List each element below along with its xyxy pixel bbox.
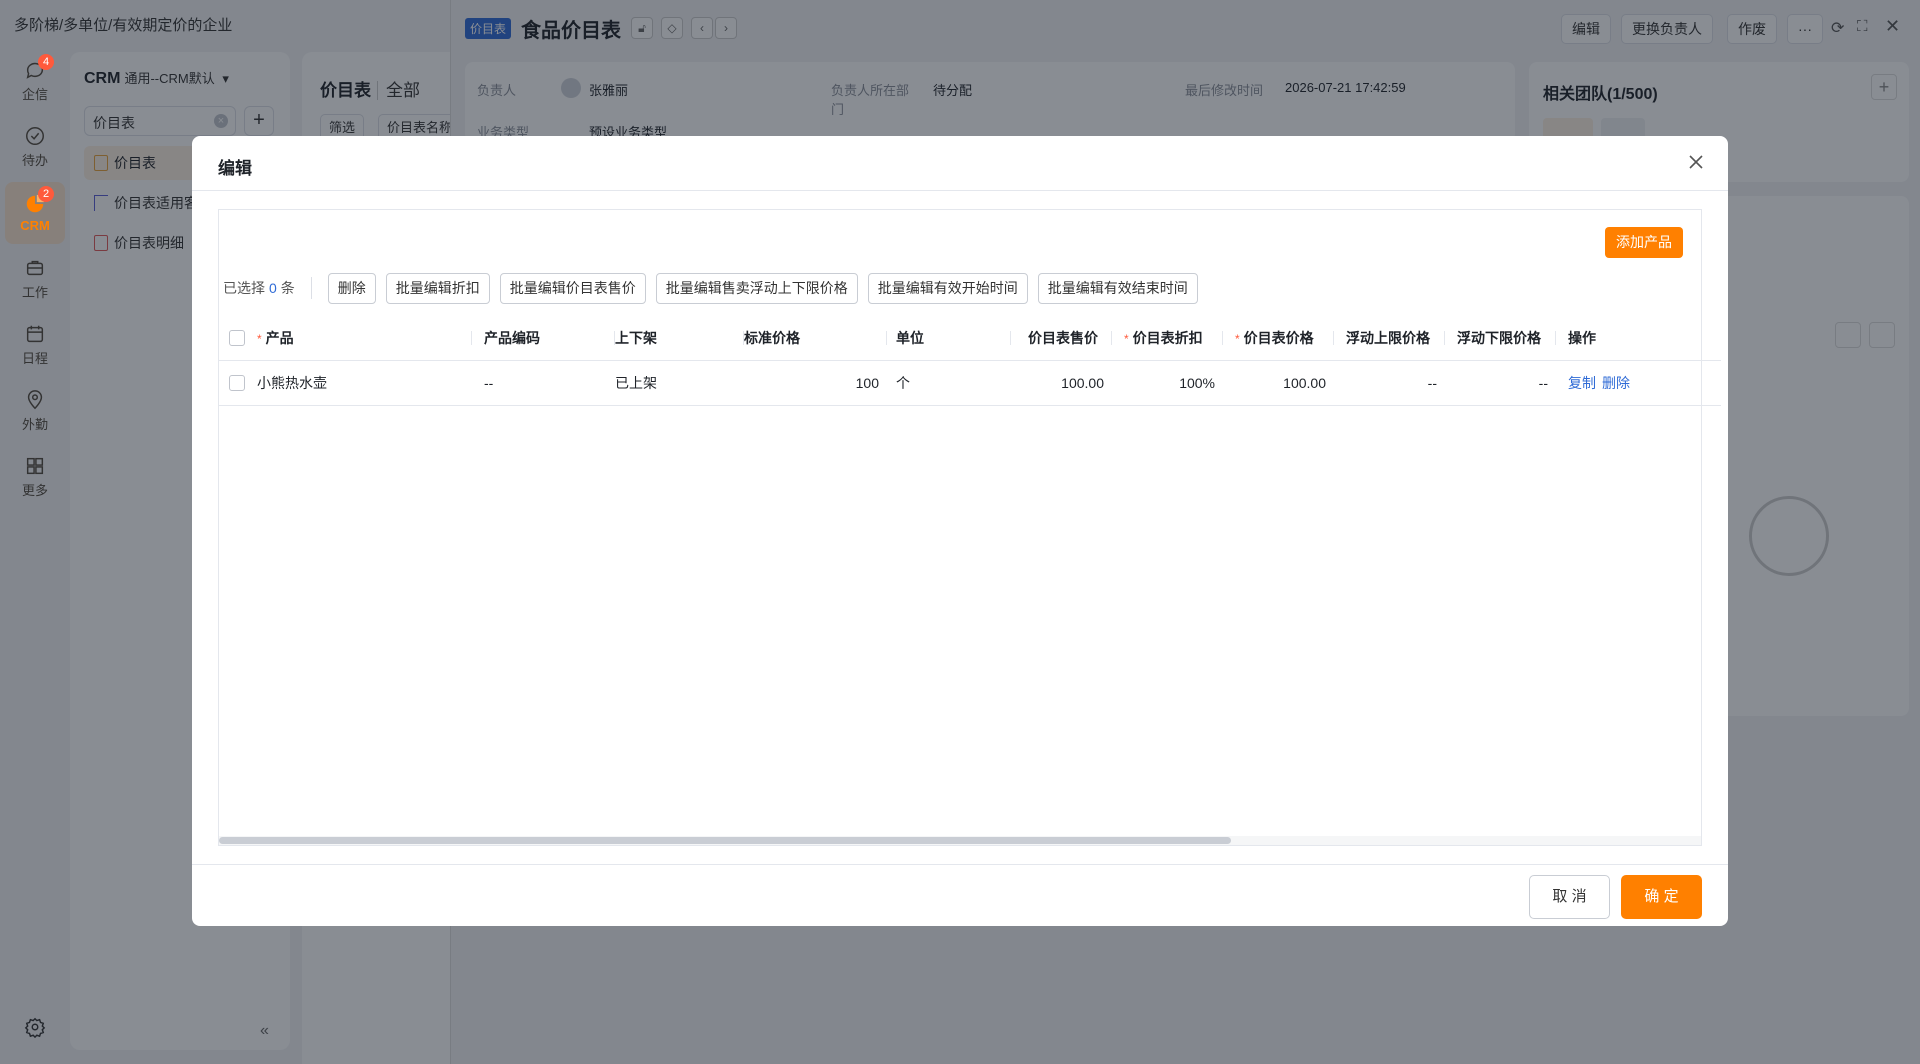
col-std-price: 标准价格	[744, 316, 887, 361]
cell-discount[interactable]: 100%	[1112, 360, 1223, 406]
divider	[310, 277, 312, 299]
col-status: 上下架	[615, 316, 744, 361]
edit-dialog: 编辑 添加产品 已选择 0 条 删除 批量编辑折扣 批量编辑价目表售价 批量编辑售卖…	[192, 136, 1728, 926]
col-list-price: * 价目表价格	[1223, 316, 1334, 361]
cancel-button[interactable]: 取 消	[1529, 875, 1610, 919]
col-sale-price: 价目表售价	[1011, 316, 1112, 361]
rail-label: 工作	[21, 285, 48, 300]
cell-list-price[interactable]: 100.00	[1223, 360, 1334, 406]
col-lower-price: 浮动下限价格	[1445, 316, 1556, 361]
select-all-checkbox[interactable]	[229, 330, 245, 347]
cell-lower-price[interactable]: --	[1445, 360, 1556, 406]
cell-std-price: 100	[744, 360, 887, 406]
row-select-cell	[219, 360, 257, 406]
col-unit: 单位	[887, 316, 1011, 361]
col-upper-price: 浮动上限价格	[1334, 316, 1445, 361]
unread-badge: 2	[38, 186, 54, 202]
add-product-button[interactable]: 添加产品	[1605, 227, 1683, 258]
batch-discount-button[interactable]: 批量编辑折扣	[385, 272, 490, 304]
cell-actions: 复制 删除	[1556, 360, 1721, 406]
batch-start-time-button[interactable]: 批量编辑有效开始时间	[867, 272, 1028, 304]
row-checkbox[interactable]	[229, 375, 245, 392]
product-table: * 产品 产品编码 上下架 标准价格 单位 价目表售价 * 价目表折扣 * 价目表价格…	[219, 316, 1721, 406]
col-product: * 产品	[257, 316, 472, 361]
horizontal-scrollbar[interactable]	[219, 836, 1701, 845]
delete-button[interactable]: 删除	[327, 272, 376, 304]
rail-label: 更多	[21, 483, 48, 498]
calendar-icon	[26, 325, 44, 343]
cell-product[interactable]: 小熊热水壶	[257, 360, 472, 406]
batch-toolbar: 已选择 0 条 删除 批量编辑折扣 批量编辑价目表售价 批量编辑售卖浮动上下限价格 …	[223, 272, 1208, 304]
product-editor: 添加产品 已选择 0 条 删除 批量编辑折扣 批量编辑价目表售价 批量编辑售卖浮动上…	[218, 209, 1721, 846]
rail-label: 企信	[21, 87, 48, 102]
cell-status: 已上架	[615, 360, 744, 406]
rail-label: 外勤	[21, 417, 48, 432]
rail-label: 待办	[21, 153, 48, 168]
batch-float-price-button[interactable]: 批量编辑售卖浮动上下限价格	[655, 272, 858, 304]
rail-label: 日程	[21, 351, 48, 366]
check-circle-icon	[26, 127, 44, 145]
unread-badge: 4	[38, 54, 54, 70]
table-header: * 产品 产品编码 上下架 标准价格 单位 价目表售价 * 价目表折扣 * 价目表价格…	[219, 316, 1721, 361]
dialog-footer: 取 消 确 定	[192, 864, 1728, 926]
dialog-title: 编辑	[218, 159, 252, 178]
col-code: 产品编码	[472, 316, 615, 361]
cell-upper-price[interactable]: --	[1334, 360, 1445, 406]
table-row: 小熊热水壶 -- 已上架 100 个 100.00 100% 100.00 --…	[219, 360, 1721, 406]
grid-icon	[26, 457, 44, 475]
col-actions: 操作	[1556, 316, 1721, 361]
selected-count: 已选择 0 条	[223, 280, 295, 296]
cell-sale-price[interactable]: 100.00	[1011, 360, 1112, 406]
cell-unit[interactable]: 个	[887, 360, 1011, 406]
dialog-header: 编辑	[192, 136, 1728, 191]
batch-sale-price-button[interactable]: 批量编辑价目表售价	[499, 272, 646, 304]
rail-label: CRM	[20, 218, 50, 233]
scrollbar-thumb[interactable]	[219, 837, 1231, 844]
close-icon[interactable]	[1686, 152, 1706, 172]
select-all-cell	[219, 316, 257, 361]
copy-link[interactable]: 复制	[1568, 375, 1596, 391]
location-pin-icon	[27, 390, 43, 410]
col-discount: * 价目表折扣	[1112, 316, 1223, 361]
batch-end-time-button[interactable]: 批量编辑有效结束时间	[1037, 272, 1198, 304]
briefcase-icon	[26, 260, 44, 276]
cell-code: --	[472, 360, 615, 406]
confirm-button[interactable]: 确 定	[1621, 875, 1702, 919]
delete-link[interactable]: 删除	[1602, 375, 1630, 391]
